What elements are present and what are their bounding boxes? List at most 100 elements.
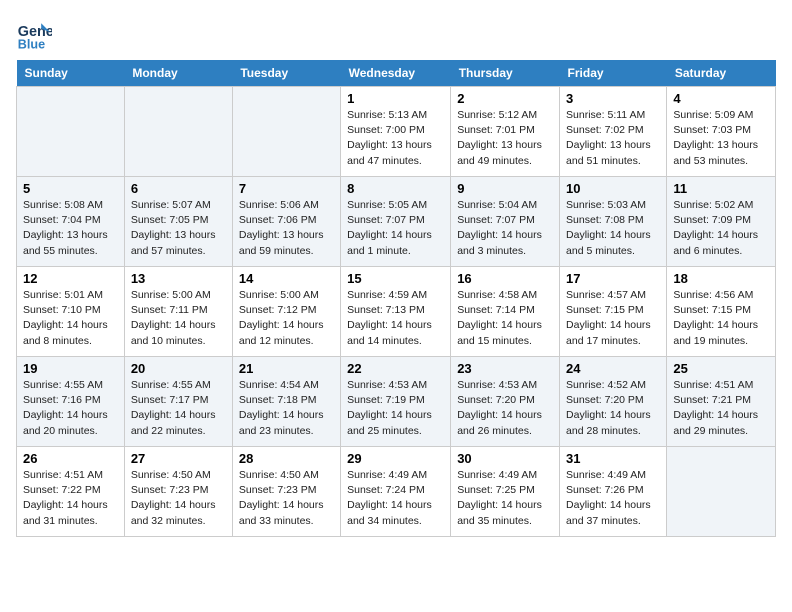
day-info: Sunrise: 4:59 AMSunset: 7:13 PMDaylight:…: [347, 288, 444, 349]
day-info: Sunrise: 4:56 AMSunset: 7:15 PMDaylight:…: [673, 288, 769, 349]
calendar-week-row: 26 Sunrise: 4:51 AMSunset: 7:22 PMDayligh…: [17, 447, 776, 537]
calendar-day-cell: 23 Sunrise: 4:53 AMSunset: 7:20 PMDayligh…: [451, 357, 560, 447]
day-number: 25: [673, 361, 769, 376]
calendar-day-cell: 1 Sunrise: 5:13 AMSunset: 7:00 PMDaylight…: [341, 87, 451, 177]
day-info: Sunrise: 5:02 AMSunset: 7:09 PMDaylight:…: [673, 198, 769, 259]
day-of-week-header: Wednesday: [341, 60, 451, 87]
calendar-day-cell: 31 Sunrise: 4:49 AMSunset: 7:26 PMDayligh…: [560, 447, 667, 537]
day-number: 30: [457, 451, 553, 466]
day-info: Sunrise: 5:00 AMSunset: 7:11 PMDaylight:…: [131, 288, 226, 349]
day-number: 2: [457, 91, 553, 106]
day-number: 6: [131, 181, 226, 196]
calendar-day-cell: 12 Sunrise: 5:01 AMSunset: 7:10 PMDayligh…: [17, 267, 125, 357]
day-number: 8: [347, 181, 444, 196]
day-number: 12: [23, 271, 118, 286]
calendar-day-cell: 20 Sunrise: 4:55 AMSunset: 7:17 PMDayligh…: [124, 357, 232, 447]
day-number: 16: [457, 271, 553, 286]
calendar-day-cell: [17, 87, 125, 177]
calendar-week-row: 12 Sunrise: 5:01 AMSunset: 7:10 PMDayligh…: [17, 267, 776, 357]
day-info: Sunrise: 5:01 AMSunset: 7:10 PMDaylight:…: [23, 288, 118, 349]
day-info: Sunrise: 5:12 AMSunset: 7:01 PMDaylight:…: [457, 108, 553, 169]
day-info: Sunrise: 4:49 AMSunset: 7:26 PMDaylight:…: [566, 468, 660, 529]
day-number: 23: [457, 361, 553, 376]
calendar-day-cell: 8 Sunrise: 5:05 AMSunset: 7:07 PMDaylight…: [341, 177, 451, 267]
day-number: 13: [131, 271, 226, 286]
calendar-day-cell: 14Sunrise: 5:00 AMSunset: 7:12 PMDayligh…: [232, 267, 340, 357]
day-number: 24: [566, 361, 660, 376]
calendar-day-cell: 22Sunrise: 4:53 AMSunset: 7:19 PMDayligh…: [341, 357, 451, 447]
day-number: 9: [457, 181, 553, 196]
day-info: Sunrise: 4:55 AMSunset: 7:17 PMDaylight:…: [131, 378, 226, 439]
day-info: Sunrise: 4:50 AMSunset: 7:23 PMDaylight:…: [239, 468, 334, 529]
day-number: 3: [566, 91, 660, 106]
day-info: Sunrise: 5:06 AMSunset: 7:06 PMDaylight:…: [239, 198, 334, 259]
day-info: Sunrise: 5:05 AMSunset: 7:07 PMDaylight:…: [347, 198, 444, 259]
page-header: General Blue: [16, 16, 776, 52]
day-info: Sunrise: 4:49 AMSunset: 7:24 PMDaylight:…: [347, 468, 444, 529]
day-number: 20: [131, 361, 226, 376]
day-of-week-header: Thursday: [451, 60, 560, 87]
calendar-day-cell: 15 Sunrise: 4:59 AMSunset: 7:13 PMDayligh…: [341, 267, 451, 357]
day-of-week-header: Friday: [560, 60, 667, 87]
calendar-day-cell: 26 Sunrise: 4:51 AMSunset: 7:22 PMDayligh…: [17, 447, 125, 537]
day-of-week-header: Saturday: [667, 60, 776, 87]
day-number: 10: [566, 181, 660, 196]
day-info: Sunrise: 5:09 AMSunset: 7:03 PMDaylight:…: [673, 108, 769, 169]
day-info: Sunrise: 5:00 AMSunset: 7:12 PMDaylight:…: [239, 288, 334, 349]
day-info: Sunrise: 5:13 AMSunset: 7:00 PMDaylight:…: [347, 108, 444, 169]
calendar-day-cell: 17 Sunrise: 4:57 AMSunset: 7:15 PMDayligh…: [560, 267, 667, 357]
day-info: Sunrise: 4:55 AMSunset: 7:16 PMDaylight:…: [23, 378, 118, 439]
logo: General Blue: [16, 16, 56, 52]
calendar-day-cell: 10 Sunrise: 5:03 AMSunset: 7:08 PMDayligh…: [560, 177, 667, 267]
day-info: Sunrise: 5:03 AMSunset: 7:08 PMDaylight:…: [566, 198, 660, 259]
calendar-day-cell: 11 Sunrise: 5:02 AMSunset: 7:09 PMDayligh…: [667, 177, 776, 267]
calendar-day-cell: 29 Sunrise: 4:49 AMSunset: 7:24 PMDayligh…: [341, 447, 451, 537]
day-number: 29: [347, 451, 444, 466]
day-of-week-header: Monday: [124, 60, 232, 87]
day-of-week-header: Tuesday: [232, 60, 340, 87]
day-info: Sunrise: 5:08 AMSunset: 7:04 PMDaylight:…: [23, 198, 118, 259]
day-number: 1: [347, 91, 444, 106]
day-info: Sunrise: 4:58 AMSunset: 7:14 PMDaylight:…: [457, 288, 553, 349]
day-number: 26: [23, 451, 118, 466]
day-number: 15: [347, 271, 444, 286]
calendar-day-cell: 3 Sunrise: 5:11 AMSunset: 7:02 PMDaylight…: [560, 87, 667, 177]
calendar-day-cell: 27 Sunrise: 4:50 AMSunset: 7:23 PMDayligh…: [124, 447, 232, 537]
calendar-day-cell: [124, 87, 232, 177]
calendar-week-row: 1 Sunrise: 5:13 AMSunset: 7:00 PMDaylight…: [17, 87, 776, 177]
day-info: Sunrise: 5:11 AMSunset: 7:02 PMDaylight:…: [566, 108, 660, 169]
day-number: 31: [566, 451, 660, 466]
calendar-day-cell: 2 Sunrise: 5:12 AMSunset: 7:01 PMDaylight…: [451, 87, 560, 177]
day-info: Sunrise: 4:53 AMSunset: 7:19 PMDaylight:…: [347, 378, 444, 439]
day-number: 17: [566, 271, 660, 286]
day-info: Sunrise: 4:53 AMSunset: 7:20 PMDaylight:…: [457, 378, 553, 439]
day-info: Sunrise: 4:51 AMSunset: 7:22 PMDaylight:…: [23, 468, 118, 529]
day-info: Sunrise: 5:04 AMSunset: 7:07 PMDaylight:…: [457, 198, 553, 259]
calendar-header-row: SundayMondayTuesdayWednesdayThursdayFrid…: [17, 60, 776, 87]
day-info: Sunrise: 4:52 AMSunset: 7:20 PMDaylight:…: [566, 378, 660, 439]
day-number: 5: [23, 181, 118, 196]
day-info: Sunrise: 4:51 AMSunset: 7:21 PMDaylight:…: [673, 378, 769, 439]
day-info: Sunrise: 4:57 AMSunset: 7:15 PMDaylight:…: [566, 288, 660, 349]
day-number: 11: [673, 181, 769, 196]
calendar-day-cell: 30Sunrise: 4:49 AMSunset: 7:25 PMDayligh…: [451, 447, 560, 537]
day-number: 18: [673, 271, 769, 286]
calendar-day-cell: 25 Sunrise: 4:51 AMSunset: 7:21 PMDayligh…: [667, 357, 776, 447]
day-of-week-header: Sunday: [17, 60, 125, 87]
calendar-day-cell: 24 Sunrise: 4:52 AMSunset: 7:20 PMDayligh…: [560, 357, 667, 447]
calendar-day-cell: 4 Sunrise: 5:09 AMSunset: 7:03 PMDaylight…: [667, 87, 776, 177]
calendar-day-cell: [667, 447, 776, 537]
day-number: 4: [673, 91, 769, 106]
calendar-day-cell: 18 Sunrise: 4:56 AMSunset: 7:15 PMDayligh…: [667, 267, 776, 357]
day-info: Sunrise: 4:50 AMSunset: 7:23 PMDaylight:…: [131, 468, 226, 529]
calendar-day-cell: 21 Sunrise: 4:54 AMSunset: 7:18 PMDayligh…: [232, 357, 340, 447]
logo-icon: General Blue: [16, 16, 52, 52]
day-number: 27: [131, 451, 226, 466]
day-number: 28: [239, 451, 334, 466]
day-info: Sunrise: 5:07 AMSunset: 7:05 PMDaylight:…: [131, 198, 226, 259]
calendar-day-cell: 16 Sunrise: 4:58 AMSunset: 7:14 PMDayligh…: [451, 267, 560, 357]
day-info: Sunrise: 4:54 AMSunset: 7:18 PMDaylight:…: [239, 378, 334, 439]
calendar-day-cell: 9 Sunrise: 5:04 AMSunset: 7:07 PMDaylight…: [451, 177, 560, 267]
day-number: 21: [239, 361, 334, 376]
calendar-week-row: 5 Sunrise: 5:08 AMSunset: 7:04 PMDaylight…: [17, 177, 776, 267]
